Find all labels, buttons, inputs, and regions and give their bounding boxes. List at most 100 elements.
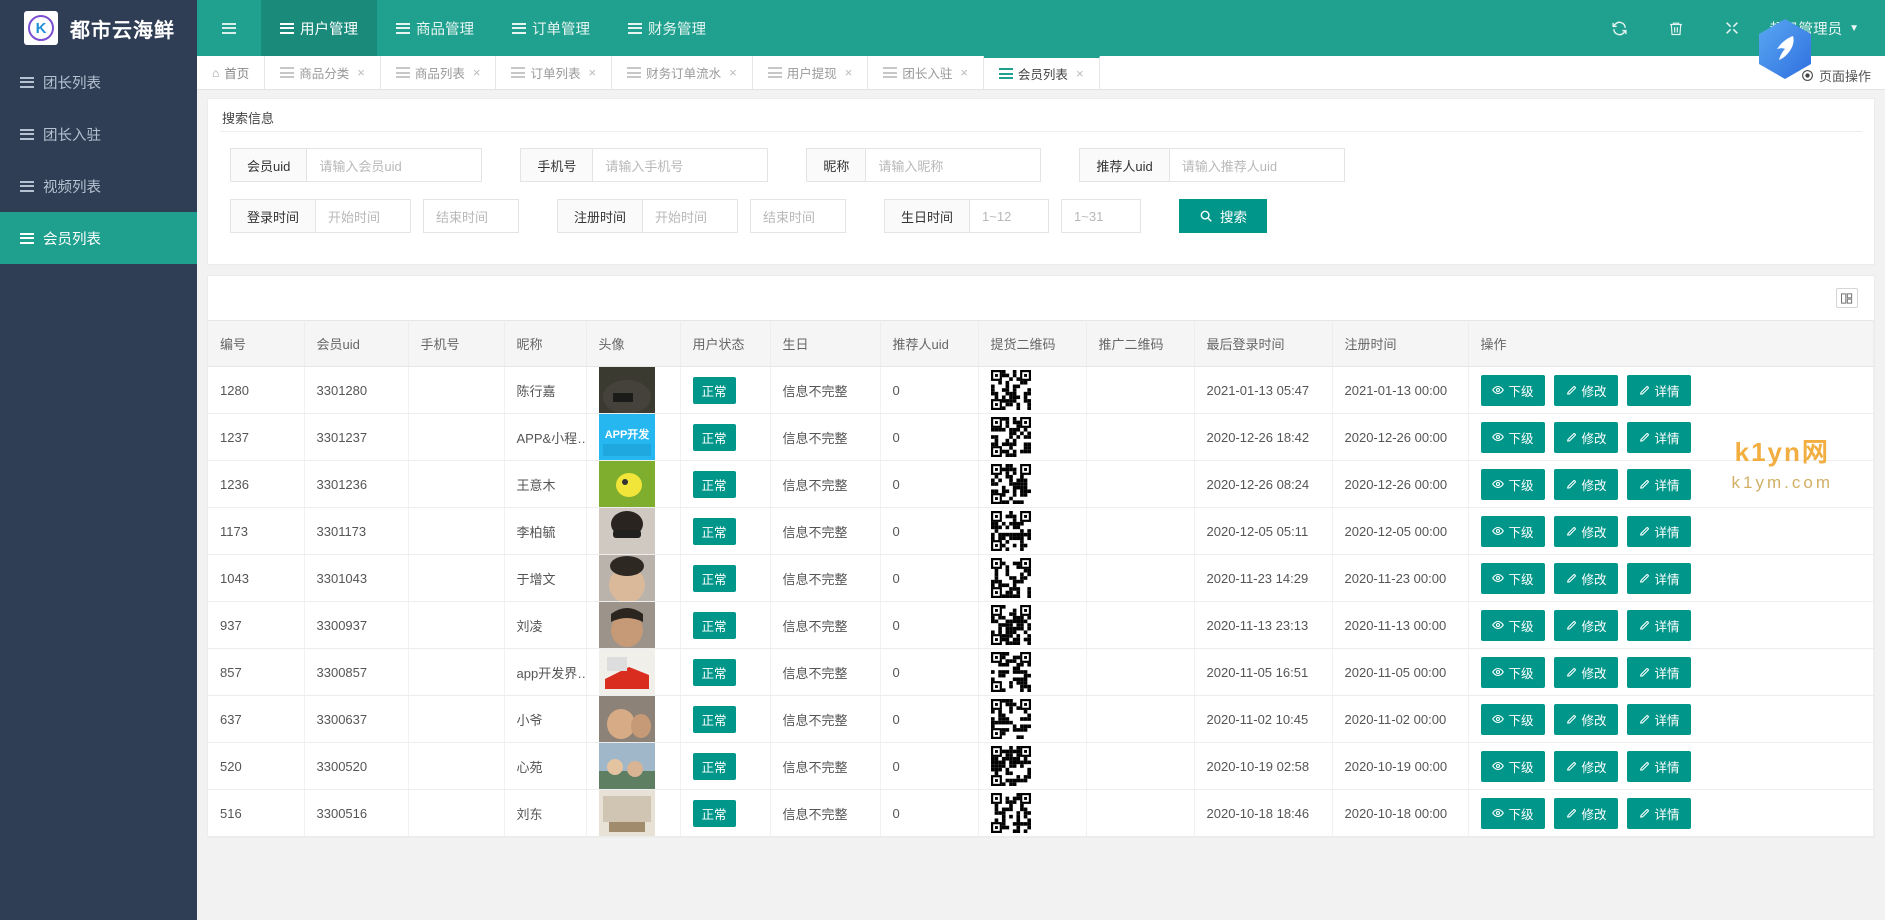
cell-pickup-qr (978, 367, 1086, 414)
cell-nickname: 于增文 (504, 555, 586, 602)
action-subordinate-button[interactable]: 下级 (1481, 610, 1545, 641)
nickname-input[interactable]: 请输入昵称 (865, 148, 1041, 182)
tab-order-list[interactable]: 订单列表 × (496, 56, 612, 89)
close-icon[interactable]: × (357, 65, 365, 80)
action-edit-button[interactable]: 修改 (1554, 563, 1618, 594)
table-row: 6373300637小爷正常信息不完整02020-11-02 10:452020… (208, 696, 1874, 743)
action-subordinate-button[interactable]: 下级 (1481, 375, 1545, 406)
referrer-uid-input[interactable]: 请输入推荐人uid (1169, 148, 1345, 182)
menu-collapse-icon[interactable] (197, 0, 261, 56)
action-subordinate-button[interactable]: 下级 (1481, 422, 1545, 453)
tab-home[interactable]: ⌂ 首页 (197, 56, 265, 89)
action-edit-button[interactable]: 修改 (1554, 704, 1618, 735)
tab-leader-join[interactable]: 团长入驻 × (868, 56, 984, 89)
sidebar-item-leader-list[interactable]: 团长列表 (0, 56, 197, 108)
pickup-qr-icon[interactable] (991, 370, 1086, 410)
pickup-qr-icon[interactable] (991, 417, 1086, 457)
action-edit-button[interactable]: 修改 (1554, 798, 1618, 829)
list-icon (627, 67, 641, 78)
action-edit-button[interactable]: 修改 (1554, 469, 1618, 500)
fullscreen-icon[interactable] (1704, 0, 1760, 56)
nav-item-finance-management[interactable]: 财务管理 (609, 0, 725, 56)
action-detail-button[interactable]: 详情 (1627, 657, 1691, 688)
member-uid-input[interactable]: 请输入会员uid (306, 148, 482, 182)
action-edit-button[interactable]: 修改 (1554, 422, 1618, 453)
action-detail-button[interactable]: 详情 (1627, 610, 1691, 641)
action-subordinate-button[interactable]: 下级 (1481, 469, 1545, 500)
register-end-input[interactable]: 结束时间 (750, 199, 846, 233)
close-icon[interactable]: × (473, 65, 481, 80)
pickup-qr-icon[interactable] (991, 605, 1086, 645)
page-operation-button[interactable]: 页面操作 (1801, 66, 1871, 85)
tab-product-list[interactable]: 商品列表 × (381, 56, 497, 89)
cell-promo-qr (1086, 649, 1194, 696)
action-detail-button[interactable]: 详情 (1627, 704, 1691, 735)
action-detail-button[interactable]: 详情 (1627, 375, 1691, 406)
nav-item-user-management[interactable]: 用户管理 (261, 0, 377, 56)
avatar (599, 461, 655, 507)
nav-item-order-management[interactable]: 订单管理 (493, 0, 609, 56)
pickup-qr-icon[interactable] (991, 652, 1086, 692)
pickup-qr-icon[interactable] (991, 699, 1086, 739)
birthday-day-input[interactable]: 1~31 (1061, 199, 1141, 233)
cell-avatar (586, 602, 680, 649)
field-login-time: 登录时间 开始时间 结束时间 (230, 199, 519, 233)
pickup-qr-icon[interactable] (991, 793, 1086, 833)
cell-actions: 下级修改详情 (1468, 790, 1874, 837)
header-spacer (725, 0, 1592, 56)
cell-nickname: 小爷 (504, 696, 586, 743)
action-edit-button[interactable]: 修改 (1554, 516, 1618, 547)
action-detail-button[interactable]: 详情 (1627, 422, 1691, 453)
brand-logo[interactable]: K 都市云海鲜 (0, 0, 197, 56)
birthday-month-input[interactable]: 1~12 (969, 199, 1049, 233)
login-start-input[interactable]: 开始时间 (315, 199, 411, 233)
cell-register-time: 2020-12-26 00:00 (1332, 461, 1468, 508)
tab-finance-order-flow[interactable]: 财务订单流水 × (612, 56, 753, 89)
action-subordinate-button[interactable]: 下级 (1481, 798, 1545, 829)
action-subordinate-button[interactable]: 下级 (1481, 563, 1545, 594)
status-badge: 正常 (693, 753, 736, 780)
action-detail-button[interactable]: 详情 (1627, 516, 1691, 547)
action-detail-button[interactable]: 详情 (1627, 798, 1691, 829)
close-icon[interactable]: × (589, 65, 597, 80)
trash-icon[interactable] (1648, 0, 1704, 56)
tab-label: 订单列表 (530, 63, 580, 82)
list-icon (512, 23, 526, 34)
action-edit-button[interactable]: 修改 (1554, 610, 1618, 641)
nav-item-product-management[interactable]: 商品管理 (377, 0, 493, 56)
phone-input[interactable]: 请输入手机号 (592, 148, 768, 182)
action-subordinate-button[interactable]: 下级 (1481, 751, 1545, 782)
columns-icon[interactable] (1836, 288, 1858, 308)
pickup-qr-icon[interactable] (991, 464, 1086, 504)
action-detail-button[interactable]: 详情 (1627, 751, 1691, 782)
action-edit-button[interactable]: 修改 (1554, 751, 1618, 782)
action-detail-button[interactable]: 详情 (1627, 469, 1691, 500)
action-edit-button[interactable]: 修改 (1554, 375, 1618, 406)
cell-actions: 下级修改详情 (1468, 696, 1874, 743)
tab-user-withdraw[interactable]: 用户提现 × (753, 56, 869, 89)
login-end-input[interactable]: 结束时间 (423, 199, 519, 233)
sidebar-item-member-list[interactable]: 会员列表 (0, 212, 197, 264)
pickup-qr-icon[interactable] (991, 746, 1086, 786)
close-icon[interactable]: × (960, 65, 968, 80)
action-subordinate-button[interactable]: 下级 (1481, 657, 1545, 688)
list-icon (396, 67, 410, 78)
action-detail-button[interactable]: 详情 (1627, 563, 1691, 594)
action-subordinate-button[interactable]: 下级 (1481, 516, 1545, 547)
register-start-input[interactable]: 开始时间 (642, 199, 738, 233)
sidebar-item-leader-join[interactable]: 团长入驻 (0, 108, 197, 160)
pickup-qr-icon[interactable] (991, 511, 1086, 551)
cell-phone (408, 743, 504, 790)
close-icon[interactable]: × (845, 65, 853, 80)
status-badge: 正常 (693, 706, 736, 733)
sidebar-item-video-list[interactable]: 视频列表 (0, 160, 197, 212)
tab-member-list[interactable]: 会员列表 × (984, 56, 1100, 89)
close-icon[interactable]: × (729, 65, 737, 80)
close-icon[interactable]: × (1076, 66, 1084, 81)
tab-product-category[interactable]: 商品分类 × (265, 56, 381, 89)
action-subordinate-button[interactable]: 下级 (1481, 704, 1545, 735)
pickup-qr-icon[interactable] (991, 558, 1086, 598)
search-button[interactable]: 搜索 (1179, 199, 1267, 233)
refresh-icon[interactable] (1592, 0, 1648, 56)
action-edit-button[interactable]: 修改 (1554, 657, 1618, 688)
